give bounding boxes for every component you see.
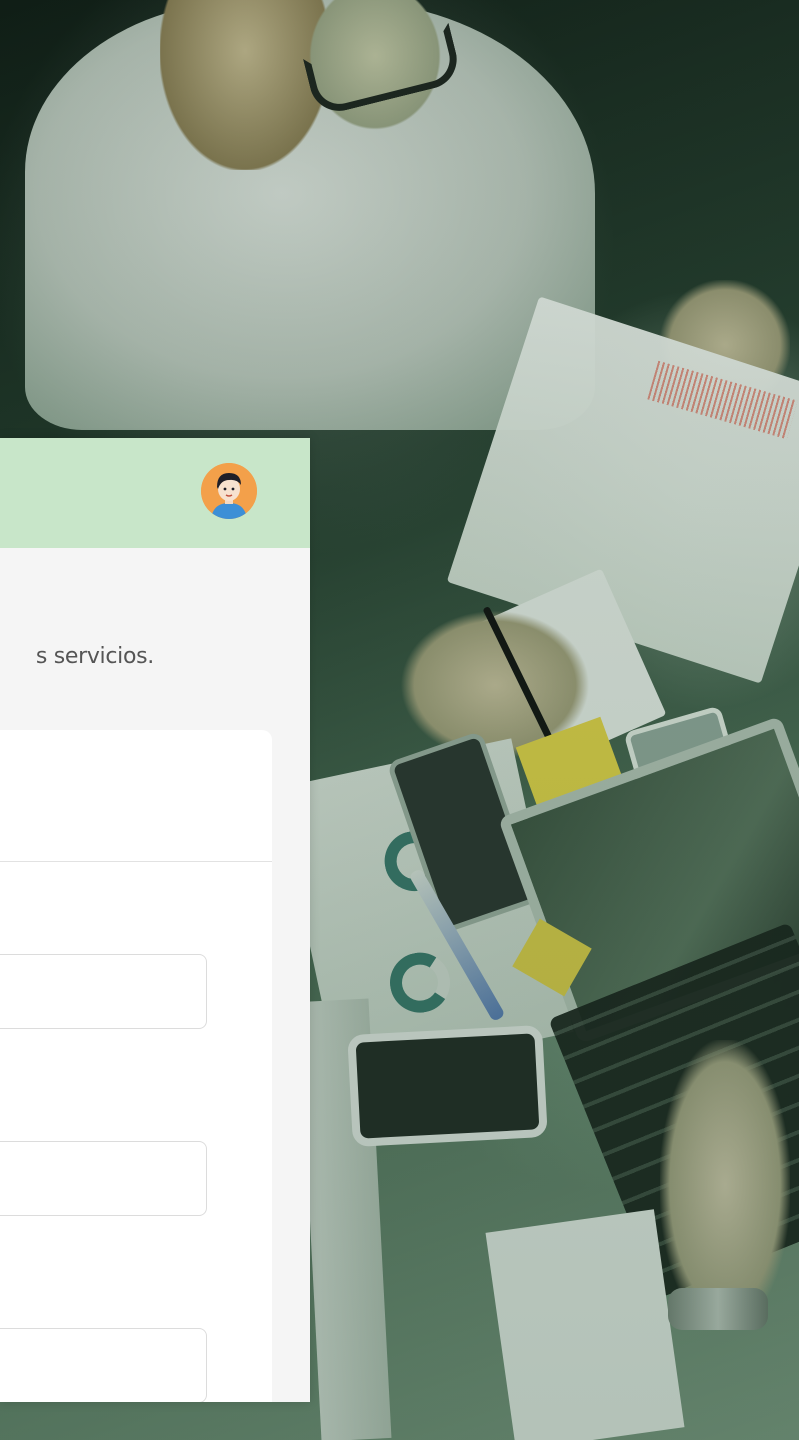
card-divider <box>0 861 272 862</box>
top-bar <box>0 438 310 548</box>
form-field-1[interactable] <box>0 954 207 1029</box>
form-field-2[interactable] <box>0 1141 207 1216</box>
text-input-3[interactable] <box>0 1329 206 1402</box>
app-panel: s servicios. <box>0 438 310 1402</box>
form-field-3[interactable] <box>0 1328 207 1402</box>
user-avatar-icon[interactable] <box>201 463 257 519</box>
form-card <box>0 730 272 1402</box>
intro-text: s servicios. <box>35 644 154 669</box>
text-input-1[interactable] <box>0 955 206 1028</box>
text-input-2[interactable] <box>0 1142 206 1215</box>
